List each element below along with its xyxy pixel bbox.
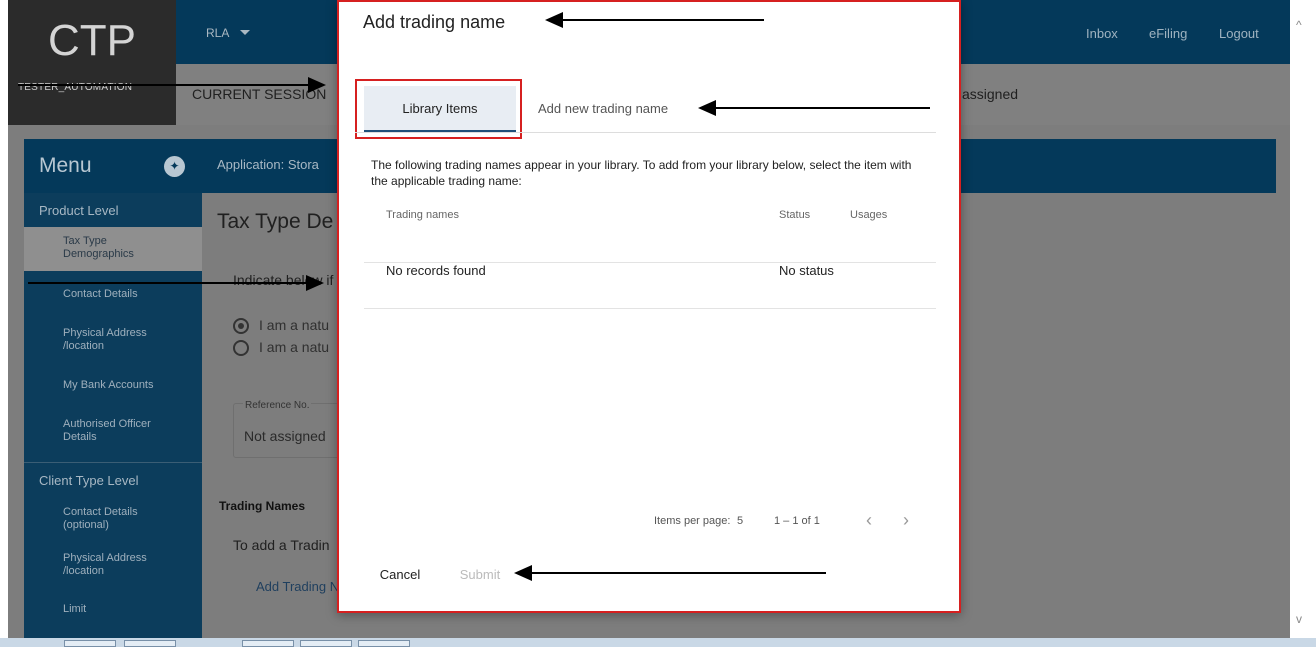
sidebar-item-tax-type[interactable]: Tax Type Demographics	[63, 235, 153, 261]
annotation-arrow-line	[18, 84, 310, 86]
pin-icon[interactable]: ✦	[164, 156, 185, 177]
cancel-button[interactable]: Cancel	[367, 558, 433, 590]
session-label: CURRENT SESSION	[192, 86, 327, 102]
annotation-arrow-line	[28, 282, 308, 284]
sidebar-divider	[24, 462, 202, 463]
sidebar-item-limit[interactable]: Limit	[63, 603, 86, 616]
taskbar	[0, 638, 1316, 647]
app-logo: CTP	[48, 16, 136, 65]
scroll-up-icon[interactable]: ^	[1296, 18, 1302, 32]
annotation-arrow-line	[561, 19, 764, 21]
annotation-arrow-line	[530, 572, 826, 574]
table-cell-trading-name: No records found	[386, 263, 486, 278]
taskbar-button[interactable]	[300, 640, 352, 647]
menu-title: Menu	[39, 154, 92, 177]
sidebar-item-client-contact[interactable]: Contact Details (optional)	[63, 506, 163, 532]
nav-efiling[interactable]: eFiling	[1149, 26, 1187, 41]
sidebar-section-client: Client Type Level	[39, 473, 139, 488]
reference-value: Not assigned	[244, 428, 326, 444]
nav-logout[interactable]: Logout	[1219, 26, 1259, 41]
tab-highlight-box	[355, 79, 522, 139]
session-status: assigned	[962, 86, 1019, 102]
radio-label-2: I am a natu	[259, 339, 330, 355]
chevron-down-icon[interactable]	[240, 30, 250, 35]
taskbar-button[interactable]	[242, 640, 294, 647]
radio-label-1: I am a natu	[259, 317, 330, 333]
column-header-trading-names: Trading names	[386, 209, 459, 221]
table-row-divider	[364, 308, 936, 309]
taskbar-button[interactable]	[64, 640, 116, 647]
table-cell-status: No status	[779, 263, 834, 278]
application-title: Application: Stora	[217, 157, 319, 172]
column-header-status: Status	[779, 209, 811, 221]
radio-option-2[interactable]	[233, 340, 249, 356]
dialog-description: The following trading names appear in yo…	[371, 158, 912, 188]
chevron-right-icon[interactable]: ›	[903, 510, 909, 531]
annotation-arrow-line	[714, 107, 930, 109]
trading-add-text: To add a Tradin	[233, 537, 330, 553]
scroll-down-icon[interactable]: v	[1296, 612, 1302, 626]
reference-label: Reference No.	[243, 400, 312, 411]
dialog-title: Add trading name	[363, 12, 506, 32]
taskbar-button[interactable]	[124, 640, 176, 647]
trading-names-heading: Trading Names	[219, 499, 306, 513]
radio-option-1[interactable]	[233, 318, 249, 334]
page-title: Tax Type De	[217, 210, 334, 233]
taskbar-button[interactable]	[358, 640, 410, 647]
items-per-page-select[interactable]: 5	[737, 515, 743, 527]
sidebar-item-address[interactable]: Physical Address /location	[63, 327, 163, 353]
pager-range: 1 – 1 of 1	[774, 515, 820, 527]
annotation-arrow-head	[308, 77, 326, 93]
tab-divider	[355, 132, 936, 133]
items-per-page-label: Items per page:	[654, 515, 731, 527]
chevron-left-icon[interactable]: ‹	[866, 510, 872, 531]
nav-inbox[interactable]: Inbox	[1086, 26, 1118, 41]
scrollbar[interactable]	[1290, 0, 1316, 647]
sidebar-item-bank[interactable]: My Bank Accounts	[63, 379, 154, 392]
submit-button[interactable]: Submit	[447, 558, 513, 590]
sidebar-item-contact[interactable]: Contact Details	[63, 288, 138, 301]
sidebar-item-officer[interactable]: Authorised Officer Details	[63, 418, 163, 444]
tab-add-new-trading-name[interactable]: Add new trading name	[538, 101, 668, 116]
add-trading-name-link[interactable]: Add Trading N	[256, 579, 339, 594]
role-menu[interactable]: RLA	[206, 26, 229, 40]
sidebar-section-product: Product Level	[39, 203, 119, 218]
annotation-arrow-head	[306, 275, 324, 291]
column-header-usages: Usages	[850, 209, 888, 221]
sidebar-item-client-address[interactable]: Physical Address /location	[63, 552, 163, 578]
